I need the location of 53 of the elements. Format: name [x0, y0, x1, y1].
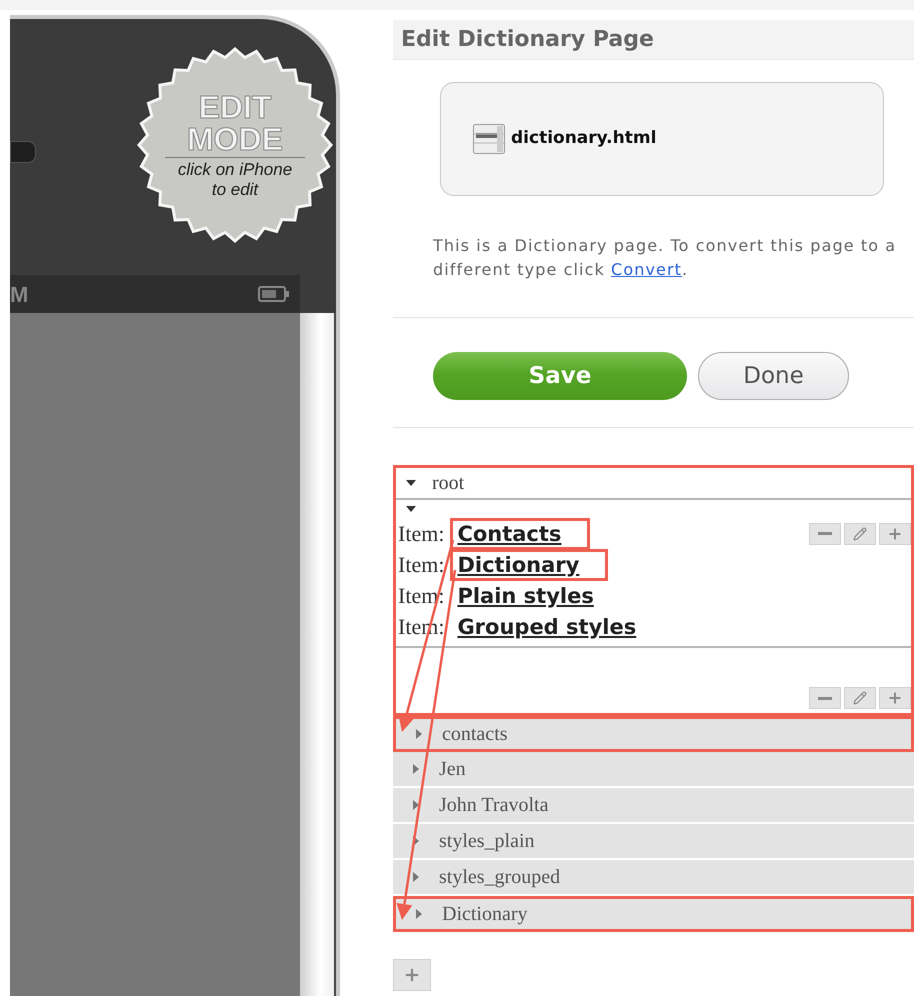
battery-icon	[258, 286, 290, 302]
item-label: Item:	[398, 520, 444, 548]
phone-frame[interactable]: EDIT MODE click on iPhone to edit M	[10, 15, 340, 996]
item-label: Item:	[398, 551, 444, 579]
node-label: John Travolta	[439, 793, 548, 818]
file-icon	[473, 124, 505, 154]
expand-toggle[interactable]	[411, 764, 421, 774]
node-label: root	[432, 471, 464, 496]
add-button[interactable]	[879, 522, 911, 544]
tree-row[interactable]: Jen	[393, 752, 914, 788]
badge-title: MODE	[187, 122, 283, 154]
page-title: Edit Dictionary Page	[401, 26, 654, 54]
add-button[interactable]	[879, 687, 911, 709]
minus-icon	[818, 532, 832, 535]
item-link[interactable]: Plain styles	[450, 582, 601, 608]
status-time: M	[10, 280, 28, 308]
save-button[interactable]: Save	[433, 352, 687, 400]
remove-button[interactable]	[809, 687, 841, 709]
expand-toggle[interactable]	[406, 478, 416, 488]
tree-row[interactable]: contacts	[393, 716, 914, 752]
expand-toggle[interactable]	[411, 800, 421, 810]
node-label: Dictionary	[442, 902, 528, 927]
speaker-grille	[10, 141, 36, 163]
expand-toggle[interactable]	[414, 729, 424, 739]
item-link[interactable]: Dictionary	[450, 548, 608, 580]
expand-toggle[interactable]	[414, 909, 424, 919]
remove-button[interactable]	[809, 522, 841, 544]
done-button[interactable]: Done	[698, 352, 849, 400]
item-link[interactable]: Contacts	[450, 518, 590, 550]
edit-button[interactable]	[844, 522, 876, 544]
item-link[interactable]: Grouped styles	[450, 614, 644, 640]
pencil-icon	[853, 691, 867, 705]
plus-icon	[403, 966, 421, 984]
node-label: Jen	[439, 757, 466, 782]
edit-button[interactable]	[844, 687, 876, 709]
tree-row[interactable]: styles_grouped	[393, 860, 914, 896]
node-label: styles_grouped	[439, 865, 560, 890]
file-name: dictionary.html	[511, 127, 656, 150]
expand-toggle[interactable]	[406, 504, 416, 514]
plus-icon	[887, 526, 903, 542]
plus-icon	[887, 690, 903, 706]
badge-title: EDIT	[198, 90, 272, 122]
tree-row[interactable]: John Travolta	[393, 788, 914, 824]
tree-row[interactable]: Dictionary	[393, 896, 914, 932]
description-text: This is a Dictionary page. To convert this page to a different type click Convert.	[433, 235, 898, 281]
minus-icon	[818, 696, 832, 700]
node-label: styles_plain	[439, 829, 535, 854]
badge-hint: click on iPhone to edit	[176, 160, 294, 200]
node-label: contacts	[442, 722, 508, 747]
expand-toggle[interactable]	[411, 872, 421, 882]
pencil-icon	[853, 526, 867, 540]
add-node-button[interactable]	[393, 959, 431, 991]
convert-link[interactable]: Convert	[611, 260, 682, 279]
